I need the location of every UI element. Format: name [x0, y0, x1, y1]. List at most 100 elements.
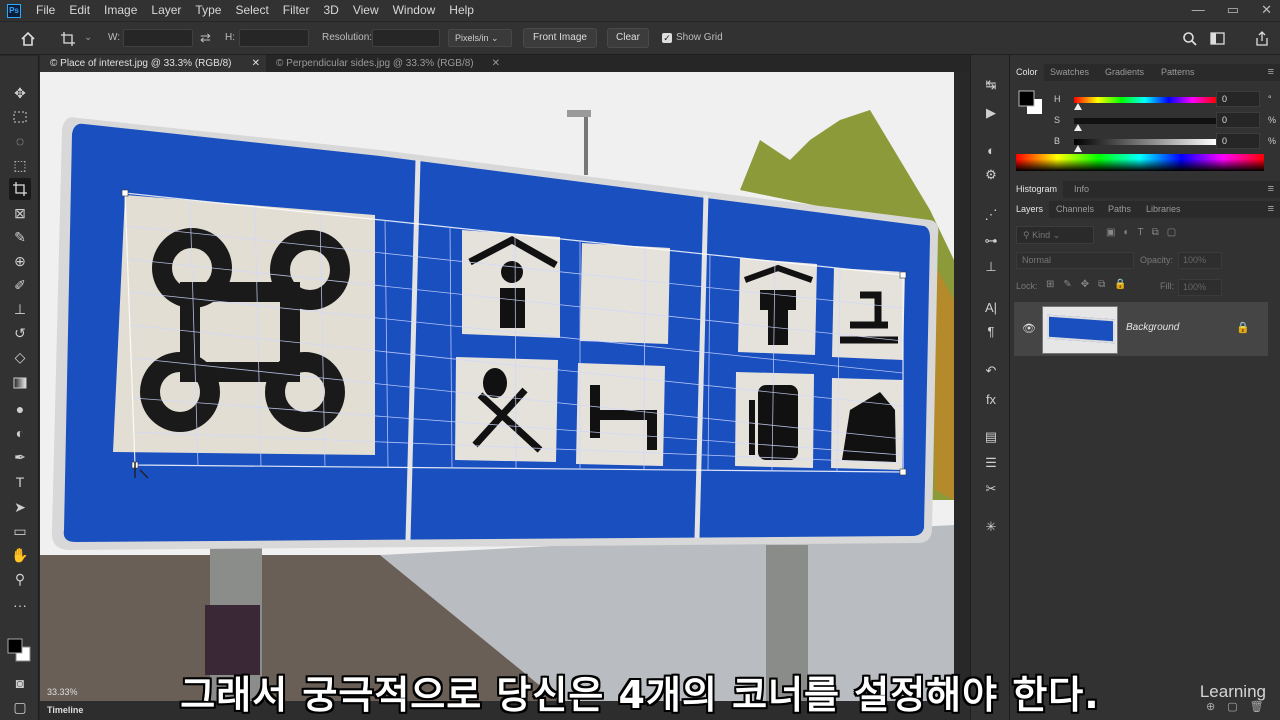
brush-tool-icon[interactable]: ✐ [9, 274, 31, 296]
home-icon[interactable] [20, 31, 36, 47]
eraser-tool-icon[interactable]: ◇ [9, 346, 31, 368]
layer-thumbnail [1042, 306, 1118, 354]
3d-icon[interactable]: ✳ [981, 517, 1001, 537]
tab-libraries[interactable]: Libraries [1140, 201, 1187, 218]
units-select[interactable]: Pixels/in ⌄ [448, 29, 512, 47]
lock-label: Lock: [1016, 281, 1038, 291]
properties-icon[interactable]: ⚙ [981, 165, 1001, 185]
notes-icon[interactable]: ☰ [981, 453, 1001, 473]
lasso-tool-icon[interactable]: ◌ [9, 130, 31, 152]
menu-select[interactable]: Select [228, 0, 275, 21]
history-states-icon[interactable]: ↶ [981, 361, 1001, 381]
doc-tab-place-of-interest[interactable]: © Place of interest.jpg @ 33.3% (RGB/8) … [40, 55, 266, 72]
blur-tool-icon[interactable]: ● [9, 398, 31, 420]
menu-3d[interactable]: 3D [316, 0, 345, 21]
panel-menu-icon[interactable]: ≡ [1268, 203, 1274, 215]
workspace-icon[interactable] [1210, 31, 1228, 47]
tab-close-icon[interactable]: ✕ [252, 55, 260, 72]
paragraph-icon[interactable]: ¶ [981, 321, 1001, 341]
close-button[interactable]: ✕ [1261, 0, 1272, 19]
path-selection-tool-icon[interactable]: ➤ [9, 496, 31, 518]
more-tools-icon[interactable]: ··· [9, 594, 31, 616]
clear-button[interactable]: Clear [607, 28, 649, 48]
zoom-tool-icon[interactable]: ⚲ [9, 568, 31, 590]
actions-play-icon[interactable]: ▶ [981, 103, 1001, 123]
color-swatches[interactable] [7, 638, 33, 664]
photo-road-sign [40, 72, 954, 702]
tab-channels[interactable]: Channels [1050, 201, 1100, 218]
blend-mode-select[interactable]: Normal [1016, 252, 1134, 269]
tab-gradients[interactable]: Gradients [1099, 64, 1150, 81]
color-panel-tabs: Color Swatches Gradients Patterns ≡ [1010, 64, 1280, 81]
tab-close-icon[interactable]: ✕ [492, 55, 500, 72]
front-image-button[interactable]: Front Image [523, 28, 597, 48]
layer-filter-kind[interactable]: ⚲ Kind ⌄ [1016, 226, 1094, 244]
menu-help[interactable]: Help [442, 0, 481, 21]
frame-tool-icon[interactable]: ⊠ [9, 202, 31, 224]
height-label: H: [225, 32, 235, 43]
dodge-tool-icon[interactable]: ◐ [9, 422, 31, 444]
move-tool-icon[interactable]: ✥ [9, 82, 31, 104]
clone-stamp-tool-icon[interactable]: ⊥ [9, 298, 31, 320]
libraries-icon[interactable]: ▤ [981, 427, 1001, 447]
document-canvas[interactable] [40, 72, 954, 702]
width-field[interactable] [123, 29, 193, 47]
tools-icon[interactable]: ✂ [981, 479, 1001, 499]
visibility-eye-icon[interactable]: 👁 [1022, 322, 1036, 335]
menu-view[interactable]: View [346, 0, 386, 21]
tab-color[interactable]: Color [1010, 64, 1044, 81]
menu-file[interactable]: File [29, 0, 62, 21]
marquee-tool-icon[interactable] [9, 106, 31, 128]
layer-background[interactable]: 👁 Background 🔒 [1014, 302, 1268, 356]
character-icon[interactable]: A| [981, 297, 1001, 317]
menu-image[interactable]: Image [97, 0, 144, 21]
history-icon[interactable]: ↹ [981, 75, 1001, 95]
fill-field[interactable]: 100% [1178, 279, 1222, 296]
pen-tool-icon[interactable]: ✒ [9, 446, 31, 468]
layer-filter-icons[interactable]: ▣◐T⧉▢ [1106, 227, 1184, 238]
perspective-crop-tool-icon[interactable] [9, 178, 31, 200]
sliders-icon[interactable]: ⊶ [981, 231, 1001, 251]
clone-source-icon[interactable]: ⊥ [981, 257, 1001, 277]
eyedropper-tool-icon[interactable]: ✎ [9, 226, 31, 248]
styles-fx-icon[interactable]: fx [981, 389, 1001, 409]
healing-brush-tool-icon[interactable]: ⊕ [9, 250, 31, 272]
doc-tab-perpendicular-sides[interactable]: © Perpendicular sides.jpg @ 33.3% (RGB/8… [266, 55, 506, 72]
type-tool-icon[interactable]: T [9, 471, 31, 493]
color-spectrum[interactable] [1016, 154, 1264, 171]
panel-menu-icon[interactable]: ≡ [1268, 183, 1274, 195]
menu-layer[interactable]: Layer [144, 0, 188, 21]
lock-icons[interactable]: ⊞✎✥⧉🔒 [1046, 279, 1136, 290]
brush-settings-icon[interactable]: ⋰ [981, 205, 1001, 225]
fg-bg-color[interactable] [1018, 90, 1044, 116]
minimize-button[interactable]: — [1192, 0, 1205, 19]
swap-icon[interactable]: ⇄ [200, 29, 211, 47]
history-brush-tool-icon[interactable]: ↺ [9, 322, 31, 344]
menu-filter[interactable]: Filter [276, 0, 317, 21]
perspective-crop-icon[interactable] [60, 31, 76, 47]
tab-info[interactable]: Info [1068, 181, 1095, 198]
restore-button[interactable]: ▭ [1227, 0, 1239, 19]
rectangle-tool-icon[interactable]: ▭ [9, 520, 31, 542]
search-icon[interactable] [1182, 31, 1198, 47]
gradient-tool-icon[interactable] [9, 372, 31, 394]
opacity-field[interactable]: 100% [1178, 252, 1222, 269]
object-select-tool-icon[interactable]: ⬚ [9, 154, 31, 176]
tab-patterns[interactable]: Patterns [1155, 64, 1201, 81]
hand-tool-icon[interactable]: ✋ [9, 544, 31, 566]
tab-swatches[interactable]: Swatches [1044, 64, 1095, 81]
panel-menu-icon[interactable]: ≡ [1268, 66, 1274, 78]
share-icon[interactable] [1254, 31, 1270, 47]
adjustments-icon[interactable]: ◐ [981, 140, 1001, 160]
menu-window[interactable]: Window [386, 0, 443, 21]
tab-paths[interactable]: Paths [1102, 201, 1137, 218]
menu-edit[interactable]: Edit [62, 0, 97, 21]
tab-histogram[interactable]: Histogram [1010, 181, 1064, 198]
show-grid-checkbox[interactable]: ✓ [662, 33, 672, 43]
tab-layers[interactable]: Layers [1010, 201, 1050, 218]
menu-type[interactable]: Type [188, 0, 228, 21]
resolution-field[interactable] [372, 29, 440, 47]
height-field[interactable] [239, 29, 309, 47]
chevron-down-icon[interactable]: ⌄ [84, 29, 92, 47]
width-label: W: [108, 32, 121, 43]
